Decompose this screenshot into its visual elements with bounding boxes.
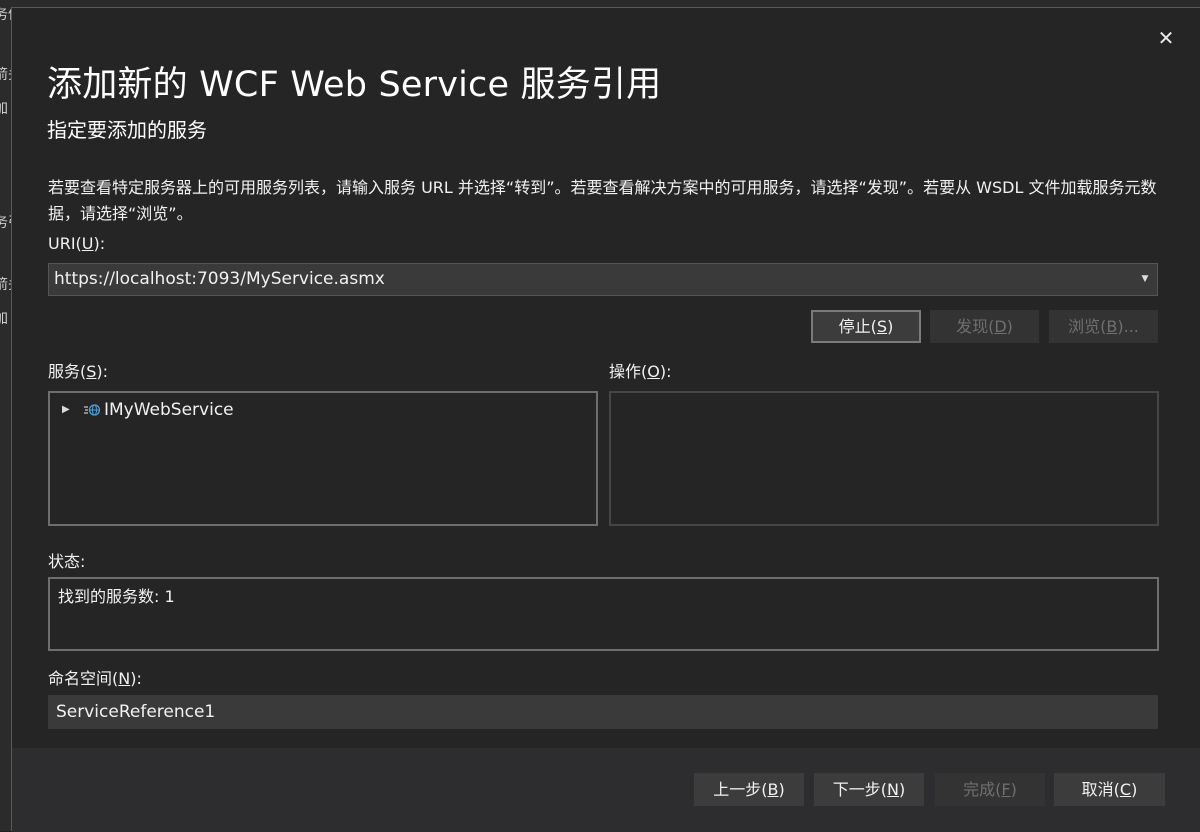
browse-button[interactable]: 浏览(B)... xyxy=(1049,310,1158,343)
namespace-input[interactable]: ServiceReference1 xyxy=(48,695,1158,729)
dialog-title: 添加新的 WCF Web Service 服务引用 xyxy=(47,65,662,105)
service-name: IMyWebService xyxy=(104,400,234,420)
dropdown-arrow-icon[interactable]: ▼ xyxy=(1139,264,1151,295)
dialog-subtitle: 指定要添加的服务 xyxy=(47,118,207,142)
back-button[interactable]: 上一步(B) xyxy=(694,773,804,806)
finish-button[interactable]: 完成(F) xyxy=(935,773,1045,806)
namespace-label: 命名空间(N): xyxy=(48,669,142,688)
background-text: 加 xyxy=(0,311,8,327)
add-wcf-service-dialog: ✕ 添加新的 WCF Web Service 服务引用 指定要添加的服务 若要查… xyxy=(11,7,1200,832)
operations-list[interactable] xyxy=(609,391,1159,526)
stop-button[interactable]: 停止(S) xyxy=(811,310,921,343)
status-text: 找到的服务数: 1 xyxy=(58,587,175,606)
services-label: 服务(S): xyxy=(48,362,109,381)
dialog-footer: 上一步(B) 下一步(N) 完成(F) 取消(C) xyxy=(12,748,1200,832)
operations-label: 操作(O): xyxy=(609,362,672,381)
web-service-icon xyxy=(84,404,100,416)
background-text: 加 xyxy=(0,101,8,117)
expand-arrow-icon[interactable]: ▶ xyxy=(62,399,74,421)
status-label: 状态: xyxy=(48,552,86,571)
next-button[interactable]: 下一步(N) xyxy=(814,773,924,806)
services-tree[interactable]: ▶ IMyWebService xyxy=(48,391,598,526)
uri-label: URI(U): xyxy=(48,234,106,253)
discover-button[interactable]: 发现(D) xyxy=(930,310,1039,343)
cancel-button[interactable]: 取消(C) xyxy=(1054,773,1165,806)
tree-item-service[interactable]: ▶ IMyWebService xyxy=(62,399,234,421)
uri-value: https://localhost:7093/MyService.asmx xyxy=(54,269,385,289)
close-button[interactable]: ✕ xyxy=(1154,26,1178,50)
uri-combobox[interactable]: https://localhost:7093/MyService.asmx ▼ xyxy=(48,263,1158,296)
status-box: 找到的服务数: 1 xyxy=(48,577,1159,651)
dialog-description: 若要查看特定服务器上的可用服务列表，请输入服务 URL 并选择“转到”。若要查看… xyxy=(48,178,1157,223)
